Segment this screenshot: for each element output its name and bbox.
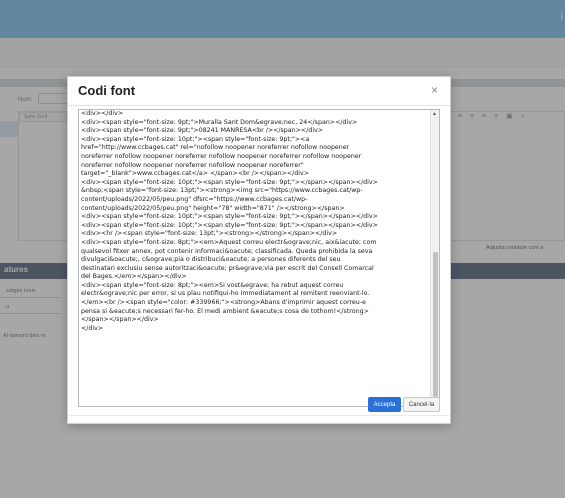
source-code-content[interactable]: <div></div> <div><span style="font-size: …: [81, 110, 426, 333]
code-line: qualsevol fitxer annex, pot contenir inf…: [81, 247, 373, 255]
source-code-dialog: Codi font × <div></div> <div><span style=…: [67, 76, 451, 424]
code-line: <div><span style="font-size: 10pt;"><spa…: [81, 221, 378, 229]
code-line: <div><span style="font-size: 9pt;">08241…: [81, 127, 324, 135]
code-line: href="http://www.ccbages.cat" rel="nofol…: [81, 144, 350, 152]
code-line: target="_blank">www.ccbages.cat</a> </sp…: [81, 170, 310, 178]
code-line: divulgaci&oacute;, c&ograve;pia o distri…: [81, 256, 341, 264]
code-line: content/uploads/2022/05/peu.png" dfsrc="…: [81, 195, 308, 203]
scroll-up-icon[interactable]: ▲: [432, 111, 437, 117]
code-line: <div><span style="font-size: 10pt;"><spa…: [81, 213, 378, 221]
code-line: <div></div>: [81, 110, 124, 117]
code-line: destinatari exclusiu sense autoritzaci&o…: [81, 264, 374, 272]
code-line: <div><span style="font-size: 8pt;"><em>S…: [81, 281, 344, 289]
code-line: pensa si &eacute;s necessari fer-ho. El …: [81, 307, 369, 315]
accept-button[interactable]: Accepta: [368, 397, 401, 412]
code-line: <div><span style="font-size: 10pt;"><spa…: [81, 178, 378, 186]
source-code-textarea[interactable]: <div></div> <div><span style="font-size: …: [78, 109, 440, 407]
code-line: content/uploads/2022/05/peu.png" height=…: [81, 204, 345, 212]
dialog-footer-line: [68, 415, 450, 416]
code-line: <div><span style="font-size: 10pt;"><spa…: [81, 135, 310, 143]
code-line: </div>: [81, 324, 104, 332]
dialog-divider: [68, 105, 450, 106]
code-line: </em><br /><span style="color: #339966;"…: [81, 299, 366, 307]
cancel-button[interactable]: Cancel·la: [403, 397, 440, 412]
code-line: noreferrer nofollow noopener noreferrer …: [81, 152, 362, 160]
code-line: <div><hr /><span style="font-size: 13pt;…: [81, 230, 338, 238]
code-line: del Bages.</em></span></div>: [81, 273, 187, 281]
code-line: </span></span></div>: [81, 316, 159, 324]
code-line: noreferrer nofollow noopener noreferrer …: [81, 161, 304, 169]
close-icon[interactable]: ×: [431, 83, 438, 97]
textarea-scrollbar[interactable]: ▲ ▼: [430, 110, 439, 406]
dialog-title: Codi font: [78, 83, 136, 98]
scroll-thumb[interactable]: [433, 252, 438, 397]
code-line: electr&ograve;nic per error, si us plau …: [81, 290, 370, 298]
code-line: <div><span style="font-size: 9pt;">Mural…: [81, 118, 358, 126]
code-line: &nbsp;<span style="font-size: 13pt;"><st…: [81, 187, 363, 195]
code-line: <div><span style="font-size: 8pt;"><em>A…: [81, 238, 377, 246]
